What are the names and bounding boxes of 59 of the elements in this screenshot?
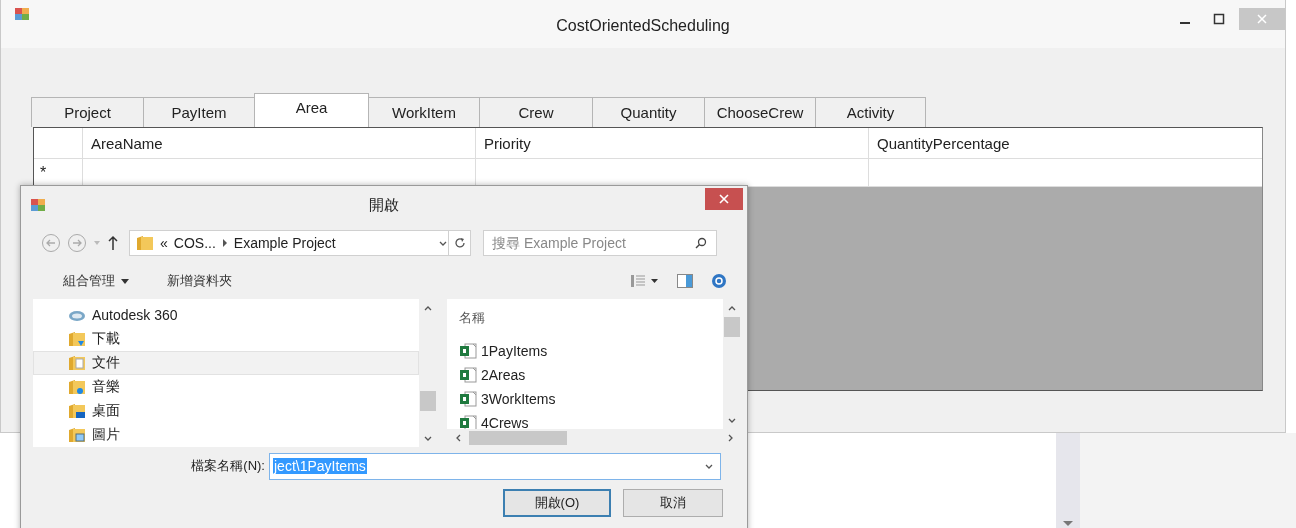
filename-label: 檔案名稱(N): (191, 458, 265, 473)
help-icon[interactable] (711, 273, 727, 289)
navigation-item[interactable]: 音樂 (33, 375, 419, 399)
column-header[interactable]: 名稱 (459, 309, 485, 327)
up-arrow-icon[interactable] (107, 235, 119, 251)
app-icon (31, 198, 45, 211)
caret-icon (121, 278, 129, 284)
column-header[interactable]: QuantityPercentage (868, 128, 1262, 158)
folder-icon (68, 355, 86, 371)
navigation-item[interactable]: 文件 (33, 351, 419, 375)
folder-icon (68, 331, 86, 347)
view-options-icon[interactable] (631, 274, 659, 288)
navigation-item[interactable]: 圖片 (33, 423, 419, 447)
close-icon (719, 194, 729, 204)
folder-icon (136, 235, 154, 251)
close-icon (1257, 14, 1267, 24)
spreadsheet-file-icon (459, 343, 477, 359)
app-icon (15, 8, 29, 20)
new-row-marker: * (39, 162, 48, 183)
navigation-item[interactable]: 桌面 (33, 399, 419, 423)
scroll-down-icon[interactable] (1062, 520, 1074, 528)
scrollbar-thumb[interactable] (420, 391, 436, 411)
file-item[interactable]: 1PayItems (447, 339, 723, 363)
column-header[interactable]: AreaName (82, 128, 475, 158)
scrollbar-thumb[interactable] (724, 317, 740, 337)
tab[interactable]: Activity (815, 97, 926, 127)
folder-icon (68, 403, 86, 419)
tab[interactable]: Project (31, 97, 144, 127)
navigation-item[interactable]: 下載 (33, 327, 419, 351)
breadcrumb[interactable]: Example Project (233, 235, 336, 251)
spreadsheet-file-icon (459, 391, 477, 407)
refresh-icon (453, 237, 466, 249)
folder-icon (68, 427, 86, 443)
folder-icon (68, 379, 86, 395)
address-bar[interactable]: « COS... Example Project (129, 230, 449, 256)
maximize-icon (1213, 13, 1225, 25)
breadcrumb-overflow[interactable]: « (160, 235, 168, 251)
minimize-icon (1180, 22, 1190, 24)
refresh-button[interactable] (449, 230, 471, 256)
tab[interactable]: Area (254, 93, 369, 127)
scrollbar[interactable] (1056, 433, 1080, 528)
close-button[interactable] (705, 188, 743, 210)
scrollbar-thumb[interactable] (469, 431, 567, 445)
chevron-right-icon (221, 239, 228, 247)
file-item[interactable]: 3WorkItems (447, 387, 723, 411)
preview-pane-icon[interactable] (677, 274, 693, 288)
window-title: CostOrientedScheduling (556, 17, 730, 34)
breadcrumb[interactable]: COS... (173, 235, 216, 251)
toolbar-button[interactable]: 新增資料夾 (163, 270, 236, 292)
dialog-title: 開啟 (369, 196, 399, 213)
cancel-button[interactable]: 取消 (623, 489, 723, 517)
search-field[interactable]: 搜尋 Example Project (483, 230, 717, 256)
file-item[interactable]: 2Areas (447, 363, 723, 387)
open-button[interactable]: 開啟(O) (503, 489, 611, 517)
toolbar-button[interactable]: 組合管理 (59, 270, 133, 292)
spreadsheet-file-icon (459, 367, 477, 383)
column-header[interactable]: Priority (475, 128, 868, 158)
search-icon[interactable] (695, 237, 707, 249)
navigation-item[interactable]: Autodesk 360 (33, 303, 419, 327)
